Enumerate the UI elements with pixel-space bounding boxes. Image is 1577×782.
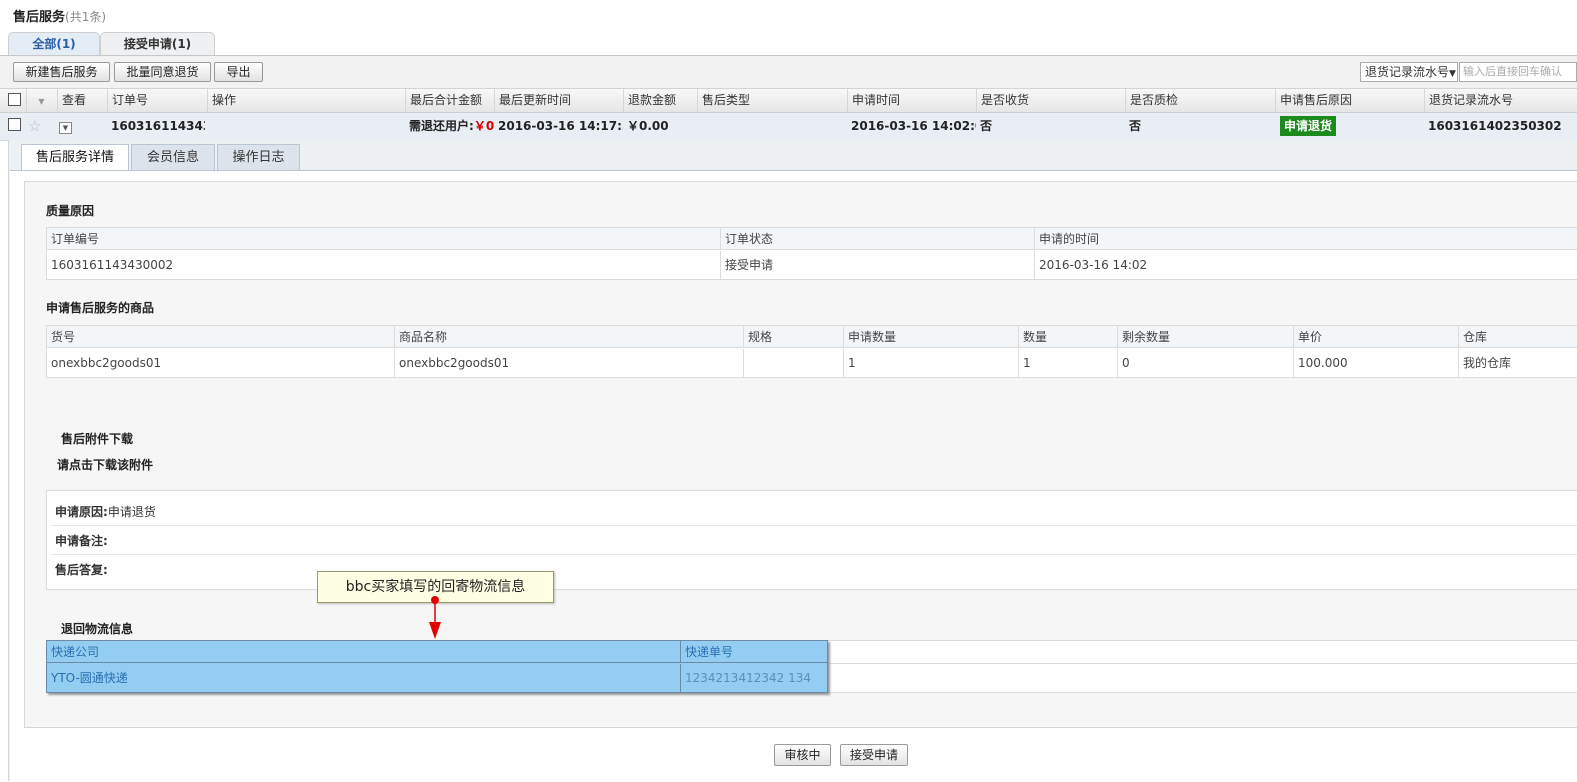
- goods-price: 100.000: [1294, 349, 1459, 377]
- goods-section-title: 申请售后服务的商品: [46, 301, 155, 315]
- goods-apply-qty: 1: [844, 349, 1019, 377]
- goods-header-apply-qty: 申请数量: [844, 326, 1019, 348]
- logistics-highlight: 快递公司 快递单号 YTO-圆通快递 1234213412342 134: [46, 640, 828, 693]
- goods-header-qty: 数量: [1019, 326, 1118, 348]
- col-order-no[interactable]: 订单号: [107, 89, 207, 112]
- reviewing-button[interactable]: 审核中: [774, 744, 831, 766]
- column-options-icon[interactable]: ▼: [26, 89, 56, 112]
- row-order-no[interactable]: 16031611434300: [107, 113, 205, 139]
- new-service-button[interactable]: 新建售后服务: [13, 62, 110, 82]
- col-type[interactable]: 售后类型: [697, 89, 847, 112]
- batch-approve-return-button[interactable]: 批量同意退货: [114, 62, 211, 82]
- apply-reason-row: 申请原因:申请退货: [55, 498, 156, 526]
- goods-table: 货号 商品名称 规格 申请数量 数量 剩余数量 单价 仓库 onexbbc2go…: [46, 325, 1577, 378]
- goods-header-remain: 剩余数量: [1118, 326, 1294, 348]
- attachment-section-title: 售后附件下载: [61, 432, 134, 446]
- search-input[interactable]: 输入后直接回车确认: [1459, 62, 1577, 82]
- quality-header-status: 订单状态: [721, 228, 1035, 250]
- annotation-arrow-icon: [429, 596, 441, 639]
- col-serial[interactable]: 退货记录流水号: [1424, 89, 1577, 112]
- row-checkbox[interactable]: [8, 118, 21, 131]
- goods-remain: 0: [1118, 349, 1294, 377]
- col-refund[interactable]: 退款金额: [623, 89, 697, 112]
- apply-reason-label: 申请原因:: [55, 505, 108, 519]
- logistics-section-title: 退回物流信息: [61, 622, 134, 636]
- col-reason[interactable]: 申请售后原因: [1275, 89, 1424, 112]
- col-received[interactable]: 是否收货: [976, 89, 1125, 112]
- page-title: 售后服务(共1条): [13, 6, 106, 25]
- col-operation: 操作: [207, 89, 405, 112]
- col-total[interactable]: 最后合计金额: [405, 89, 494, 112]
- goods-name: onexbbc2goods01: [395, 349, 744, 377]
- search-field-select[interactable]: 退货记录流水号▼: [1360, 62, 1458, 82]
- goods-qty: 1: [1019, 349, 1118, 377]
- quality-time: 2016-03-16 14:02: [1039, 258, 1148, 272]
- quality-table: 订单编号 订单状态 申请的时间 1603161143430002 接受申请 20…: [46, 227, 1577, 280]
- apply-reason-value: 申请退货: [107, 505, 156, 519]
- row-received: 否: [980, 119, 993, 133]
- logistics-header-tracking: 快递单号: [681, 641, 827, 663]
- col-inspected[interactable]: 是否质检: [1125, 89, 1275, 112]
- goods-warehouse: 我的仓库: [1463, 356, 1512, 370]
- search-field-label: 退货记录流水号: [1365, 65, 1450, 79]
- quality-status: 接受申请: [721, 251, 1035, 279]
- tab-member-info[interactable]: 会员信息: [131, 144, 215, 171]
- table-row[interactable]: ☆ ▼ 16031611434300 需退还用户:￥0. 2016-03-16 …: [0, 113, 1577, 141]
- row-updated: 2016-03-16 14:17:54: [498, 119, 623, 133]
- logistics-tracking: 1234213412342 134: [685, 671, 811, 685]
- dropdown-arrow-icon: ▼: [1449, 69, 1456, 79]
- row-total-value: ￥0.: [473, 119, 494, 133]
- divider: [51, 554, 1577, 555]
- page-title-text: 售后服务: [13, 10, 66, 25]
- divider: [51, 525, 1577, 526]
- quality-section-title: 质量原因: [46, 204, 95, 218]
- col-view: 查看: [57, 89, 107, 112]
- goods-header-price: 单价: [1294, 326, 1459, 348]
- reason-badge: 申请退货: [1280, 116, 1337, 136]
- row-total-label: 需退还用户:: [409, 119, 474, 133]
- grid-header: ▼ 查看 订单号 操作 最后合计金额 最后更新时间 退款金额 售后类型 申请时间…: [0, 89, 1577, 113]
- goods-header-warehouse: 仓库: [1459, 326, 1577, 348]
- row-total: 需退还用户:￥0.: [405, 113, 494, 139]
- goods-spec: [744, 349, 844, 377]
- quality-header-order-no: 订单编号: [47, 228, 721, 250]
- goods-sku: onexbbc2goods01: [47, 349, 395, 377]
- row-reason: 申请退货: [1275, 113, 1424, 139]
- row-serial: 1603161402350302: [1428, 119, 1562, 133]
- apply-remark-label: 申请备注:: [55, 534, 108, 548]
- accept-request-button[interactable]: 接受申请: [840, 744, 908, 766]
- logistics-header-company: 快递公司: [47, 641, 681, 663]
- expand-icon[interactable]: ▼: [59, 113, 75, 139]
- tab-service-detail[interactable]: 售后服务详情: [21, 144, 129, 172]
- apply-info-box: 申请原因:申请退货 申请备注: 售后答复:: [46, 490, 1577, 590]
- quality-order-no: 1603161143430002: [47, 251, 721, 279]
- export-button[interactable]: 导出: [214, 62, 263, 82]
- col-applied[interactable]: 申请时间: [847, 89, 976, 112]
- star-icon[interactable]: ☆: [28, 113, 48, 139]
- row-refund: ￥0.00: [627, 119, 669, 133]
- service-reply-label: 售后答复:: [55, 563, 108, 577]
- row-inspected: 否: [1129, 119, 1142, 133]
- row-type: [697, 113, 847, 139]
- apply-remark-row: 申请备注:: [55, 527, 108, 555]
- col-updated[interactable]: 最后更新时间: [494, 89, 623, 112]
- select-all-checkbox[interactable]: [8, 93, 21, 106]
- goods-header-name: 商品名称: [395, 326, 744, 348]
- goods-header-sku: 货号: [47, 326, 395, 348]
- goods-header-spec: 规格: [744, 326, 844, 348]
- tab-operation-log[interactable]: 操作日志: [217, 144, 300, 171]
- tab-all[interactable]: 全部(1): [8, 32, 100, 57]
- quality-header-time: 申请的时间: [1035, 228, 1577, 250]
- service-reply-row: 售后答复:: [55, 556, 108, 584]
- logistics-company: YTO-圆通快递: [47, 664, 681, 692]
- tab-accepted[interactable]: 接受申请(1): [100, 32, 215, 56]
- record-count: (共1条): [65, 10, 107, 24]
- row-applied: 2016-03-16 14:02:02: [851, 119, 976, 133]
- attachment-download-link[interactable]: 请点击下载该附件: [57, 456, 153, 473]
